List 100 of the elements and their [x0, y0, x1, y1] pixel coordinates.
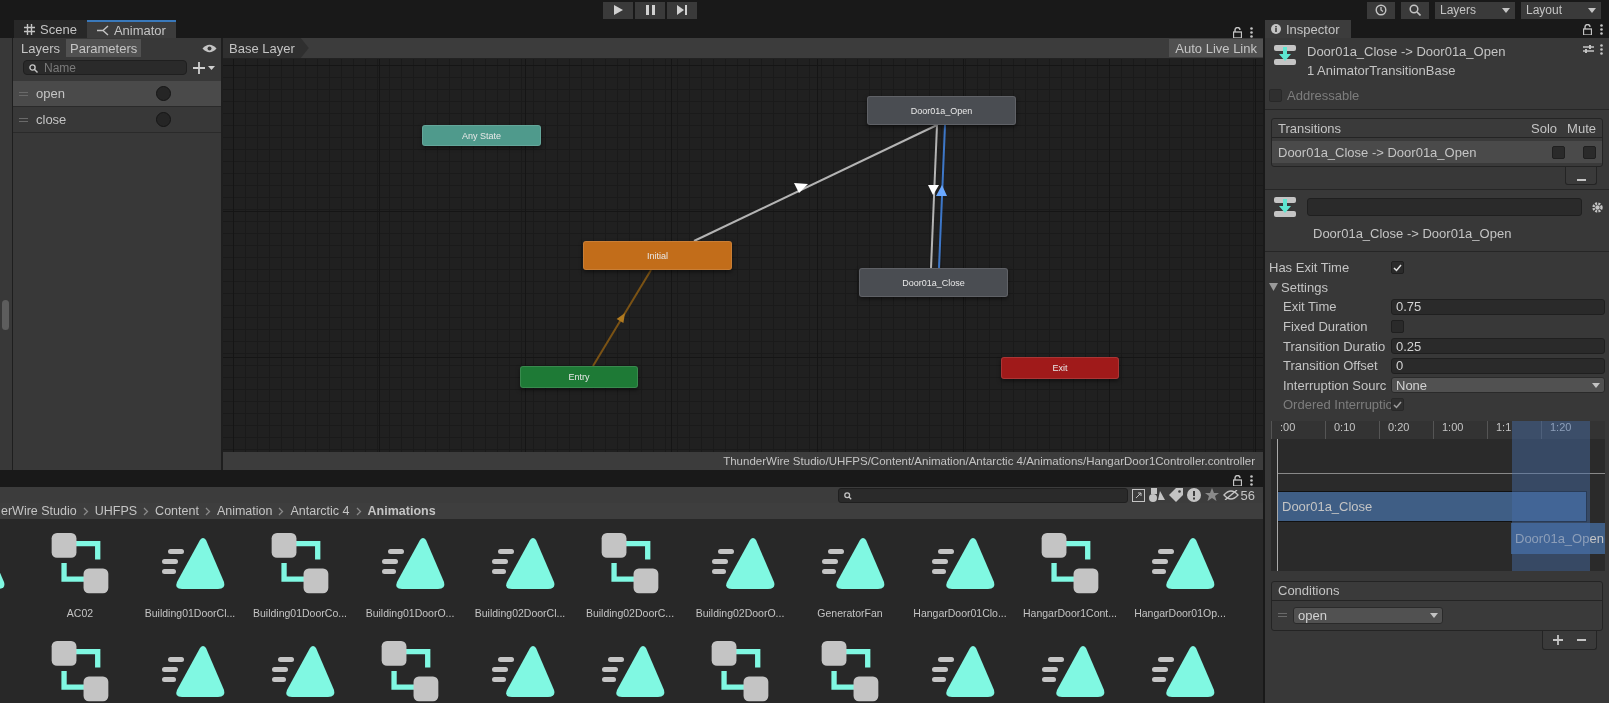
- transition-arrow[interactable]: [936, 124, 947, 269]
- minus-icon: [1577, 638, 1586, 641]
- more-options-icon[interactable]: [1250, 474, 1253, 486]
- history-icon[interactable]: [1375, 4, 1387, 16]
- folder-breadcrumb[interactable]: UHFPS: [94, 504, 138, 519]
- inspector-title: Door01a_Close -> Door01a_Open: [1307, 44, 1506, 59]
- inspector-tab[interactable]: Inspector: [1265, 20, 1352, 38]
- time-tick: 1:1: [1487, 420, 1541, 439]
- state-node[interactable]: Door01a_Close: [859, 268, 1008, 297]
- asset-label[interactable]: HangarDoor1Cont...: [1023, 607, 1117, 619]
- foldout-arrow-icon[interactable]: [1269, 283, 1278, 292]
- column-header: Mute: [1567, 120, 1596, 136]
- grid-icon: [24, 23, 35, 35]
- trigger-radio[interactable]: [156, 86, 171, 101]
- state-node[interactable]: Door01a_Open: [867, 96, 1016, 125]
- transition-arrow[interactable]: [928, 124, 939, 269]
- hidden-count[interactable]: 56: [1222, 487, 1255, 503]
- panel-tab[interactable]: Layers: [17, 39, 65, 57]
- expand-icon[interactable]: [1131, 488, 1145, 502]
- number-field[interactable]: 0: [1391, 357, 1605, 374]
- property-label: Fixed Duration: [1282, 319, 1369, 335]
- folder-breadcrumb[interactable]: erWire Studio: [1, 504, 77, 519]
- folder-breadcrumb[interactable]: Antarctic 4: [290, 504, 350, 519]
- state-node[interactable]: Exit: [1001, 357, 1119, 379]
- star-icon[interactable]: [1204, 488, 1219, 503]
- search-field[interactable]: [837, 487, 1128, 503]
- search-button[interactable]: [1401, 1, 1429, 19]
- tag-icon[interactable]: [1168, 488, 1183, 503]
- settings-foldout[interactable]: Settings: [1269, 279, 1328, 295]
- sliders-icon[interactable]: [1583, 44, 1594, 54]
- search-field[interactable]: Name: [23, 60, 187, 75]
- number-field[interactable]: 0.75: [1391, 299, 1605, 315]
- editor-tab[interactable]: Scene: [14, 20, 87, 38]
- asset-label[interactable]: Building01DoorCl...: [144, 607, 236, 619]
- checkbox[interactable]: [1391, 320, 1404, 334]
- pause-icon[interactable]: [645, 5, 655, 15]
- panel-tab[interactable]: Parameters: [66, 39, 142, 57]
- warning-icon[interactable]: [1186, 488, 1201, 503]
- transition-caption: Door01a_Close -> Door01a_Open: [1313, 226, 1513, 241]
- parameter-row[interactable]: close: [13, 107, 221, 133]
- history-button[interactable]: [1367, 1, 1395, 19]
- pause-button[interactable]: [635, 1, 665, 19]
- asset-label[interactable]: Building02DoorC...: [585, 607, 675, 619]
- time-tick: 0:10: [1325, 420, 1379, 439]
- lock-icon[interactable]: [1233, 474, 1242, 486]
- number-field[interactable]: 0.25: [1391, 338, 1605, 355]
- transition-timeline[interactable]: :00 0:10 0:20 1:00 1:1 1:20 Door01a_Close Door01a_Open: [1271, 420, 1605, 571]
- more-options-icon[interactable]: [1600, 44, 1603, 55]
- folder-breadcrumb[interactable]: Content: [155, 504, 199, 519]
- addressable-label: Addressable: [1287, 88, 1360, 103]
- add-parameter-icon[interactable]: [193, 61, 215, 74]
- remove-button[interactable]: [1565, 167, 1597, 185]
- dropdown[interactable]: None: [1391, 377, 1605, 394]
- asset-label[interactable]: GeneratorFan: [817, 607, 883, 619]
- more-options-icon[interactable]: [1600, 23, 1603, 35]
- name-field[interactable]: [1307, 198, 1582, 216]
- asset-label[interactable]: Building02DoorO...: [695, 607, 785, 619]
- asset-label[interactable]: HangarDoor01Clo...: [913, 607, 1007, 619]
- scrollbar-thumb[interactable]: [2, 300, 9, 330]
- play-button[interactable]: [603, 1, 633, 19]
- asset-label[interactable]: AC02: [66, 607, 94, 619]
- trigger-radio[interactable]: [156, 112, 171, 127]
- transition-arrow[interactable]: [693, 124, 938, 242]
- chevron-icon: [143, 506, 150, 516]
- info-icon: [1271, 24, 1281, 34]
- checkbox[interactable]: [1552, 145, 1565, 159]
- clip-bar[interactable]: Door01a_Close: [1277, 490, 1587, 522]
- inspector-subtitle: 1 AnimatorTransitionBase: [1307, 63, 1457, 78]
- checkbox[interactable]: [1391, 261, 1404, 275]
- asset-label[interactable]: Building01DoorO...: [365, 607, 455, 619]
- folder-breadcrumb[interactable]: Animation: [216, 504, 273, 519]
- auto-live-link-button[interactable]: Auto Live Link: [1169, 39, 1263, 57]
- editor-tab[interactable]: Animator: [86, 20, 176, 38]
- search-icon[interactable]: [1409, 4, 1421, 16]
- folder-breadcrumb[interactable]: Animations: [367, 504, 436, 519]
- state-node[interactable]: Entry: [520, 366, 638, 388]
- step-icon[interactable]: [677, 5, 687, 15]
- lock-icon[interactable]: [1233, 27, 1242, 38]
- transition-row[interactable]: Door01a_Close -> Door01a_Open: [1272, 141, 1602, 163]
- drag-handle-icon[interactable]: [19, 117, 28, 122]
- more-options-icon[interactable]: [1250, 27, 1253, 38]
- lock-icon[interactable]: [1583, 23, 1592, 35]
- controller-path: ThunderWire Studio/UHFPS/Content/Animation/Antarctic 4/Animations/HangarDoor1Controller.controller: [723, 455, 1255, 467]
- settings-icon[interactable]: [1592, 201, 1603, 213]
- layer-breadcrumb[interactable]: Base Layer: [223, 38, 309, 58]
- caret-icon: [1502, 7, 1510, 13]
- asset-label[interactable]: Building01DoorCo...: [253, 607, 347, 619]
- checkbox[interactable]: [1583, 145, 1596, 159]
- layers-dropdown[interactable]: Layers: [1435, 1, 1515, 19]
- drag-handle-icon[interactable]: [1278, 613, 1287, 618]
- asset-label[interactable]: Building02DoorCl...: [474, 607, 566, 619]
- asset-label[interactable]: HangarDoor01Op...: [1134, 607, 1226, 619]
- parameter-row[interactable]: open: [13, 81, 221, 107]
- layout-dropdown[interactable]: Layout: [1521, 1, 1601, 19]
- eye-icon[interactable]: [202, 43, 217, 53]
- step-button[interactable]: [667, 1, 697, 19]
- drag-handle-icon[interactable]: [19, 91, 28, 96]
- play-icon[interactable]: [613, 5, 623, 15]
- condition-dropdown[interactable]: open: [1293, 606, 1443, 624]
- shapes-filter-icon[interactable]: [1148, 488, 1165, 503]
